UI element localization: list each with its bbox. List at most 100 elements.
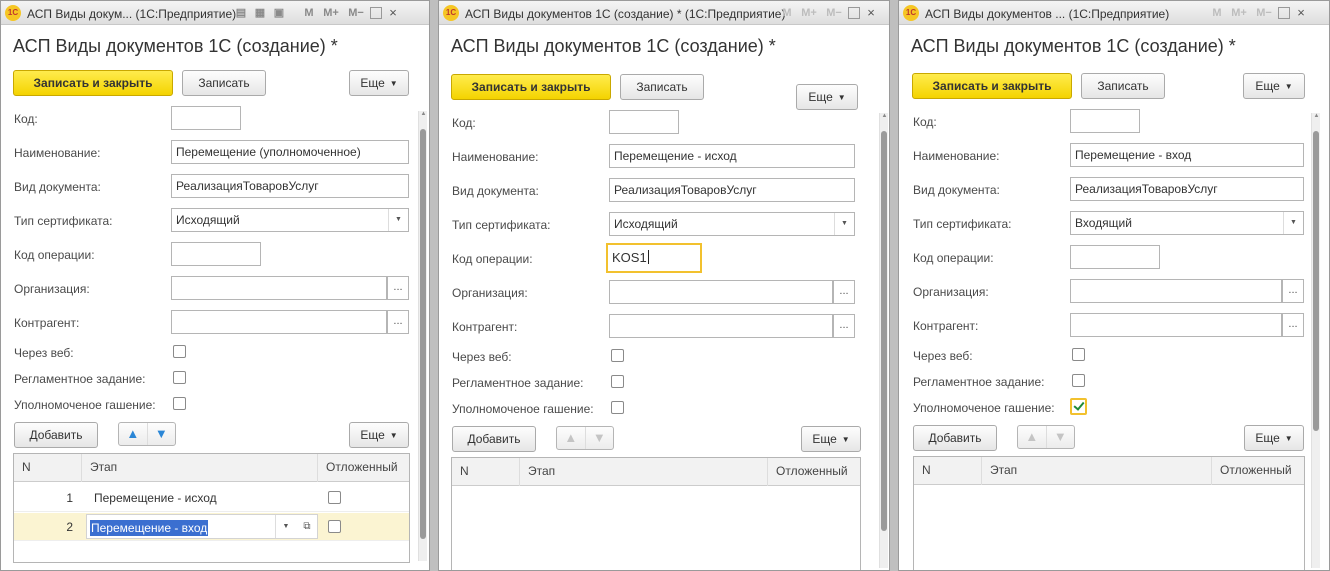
contractor-field[interactable] bbox=[1070, 313, 1282, 337]
print-icon[interactable]: ▤ bbox=[233, 5, 249, 21]
chevron-down-icon[interactable]: ▼ bbox=[834, 213, 854, 235]
code-field[interactable] bbox=[1070, 109, 1140, 133]
save-and-close-button[interactable]: Записать и закрыть bbox=[912, 73, 1072, 99]
col-n[interactable]: N bbox=[452, 458, 520, 486]
memory-minus-icon[interactable]: M− bbox=[1253, 5, 1275, 21]
more-button[interactable]: Еще ▼ bbox=[796, 84, 858, 110]
add-row-button[interactable]: Добавить bbox=[14, 422, 98, 448]
auth-cancel-checkbox[interactable] bbox=[1070, 398, 1087, 415]
scroll-thumb[interactable] bbox=[881, 131, 887, 531]
table-more-button[interactable]: Еще ▼ bbox=[801, 426, 861, 452]
chevron-down-icon[interactable]: ▼ bbox=[1283, 212, 1303, 234]
scroll-thumb[interactable] bbox=[1313, 131, 1319, 431]
table-more-button[interactable]: Еще ▼ bbox=[349, 422, 409, 448]
form-scrollbar[interactable]: ▲ bbox=[1311, 113, 1320, 568]
org-field[interactable] bbox=[609, 280, 833, 304]
form-scrollbar[interactable]: ▲ bbox=[418, 111, 427, 561]
close-icon[interactable]: × bbox=[863, 5, 879, 21]
col-n[interactable]: N bbox=[914, 457, 982, 485]
form-scrollbar[interactable]: ▲ bbox=[879, 113, 888, 568]
doc-type-field[interactable]: РеализацияТоваровУслуг bbox=[171, 174, 409, 198]
table-row[interactable]: 1 Перемещение - исход bbox=[14, 484, 409, 512]
scheduled-checkbox[interactable] bbox=[173, 371, 186, 384]
row-delayed-checkbox[interactable] bbox=[328, 491, 341, 504]
contractor-field[interactable] bbox=[171, 310, 387, 334]
org-select-button[interactable]: ... bbox=[833, 280, 855, 304]
save-button[interactable]: Записать bbox=[182, 70, 266, 96]
code-field[interactable] bbox=[609, 110, 679, 134]
org-field[interactable] bbox=[1070, 279, 1282, 303]
col-delayed[interactable]: Отложенный bbox=[1212, 457, 1306, 485]
col-etap[interactable]: Этап bbox=[82, 454, 318, 482]
save-and-close-button[interactable]: Записать и закрыть bbox=[451, 74, 611, 100]
doc-type-field[interactable]: РеализацияТоваровУслуг bbox=[1070, 177, 1304, 201]
org-select-button[interactable]: ... bbox=[387, 276, 409, 300]
restore-icon[interactable] bbox=[848, 7, 860, 19]
move-up-icon[interactable]: ▲ bbox=[1018, 426, 1046, 448]
op-code-field[interactable]: KOS1 bbox=[606, 243, 702, 273]
add-row-button[interactable]: Добавить bbox=[913, 425, 997, 451]
memory-icon[interactable]: M bbox=[779, 5, 795, 21]
chevron-down-icon[interactable]: ▼ bbox=[277, 515, 295, 538]
cert-type-select[interactable]: Входящий ▼ bbox=[1070, 211, 1304, 235]
add-row-button[interactable]: Добавить bbox=[452, 426, 536, 452]
chevron-down-icon[interactable]: ▼ bbox=[388, 209, 408, 231]
move-up-icon[interactable]: ▲ bbox=[119, 423, 147, 445]
col-n[interactable]: N bbox=[14, 454, 82, 482]
etap-edit-field[interactable]: Перемещение - вход ▼ ⧉ bbox=[86, 514, 318, 539]
scroll-up-icon[interactable]: ▲ bbox=[419, 111, 428, 117]
col-etap[interactable]: Этап bbox=[520, 458, 768, 486]
open-icon[interactable]: ⧉ bbox=[297, 515, 317, 538]
cert-type-select[interactable]: Исходящий ▼ bbox=[171, 208, 409, 232]
restore-icon[interactable] bbox=[370, 7, 382, 19]
scheduled-checkbox[interactable] bbox=[1072, 374, 1085, 387]
name-field[interactable]: Перемещение - вход bbox=[1070, 143, 1304, 167]
calendar-icon[interactable]: ▣ bbox=[271, 5, 287, 21]
contractor-select-button[interactable]: ... bbox=[833, 314, 855, 338]
save-and-close-button[interactable]: Записать и закрыть bbox=[13, 70, 173, 96]
move-down-icon[interactable]: ▼ bbox=[146, 423, 176, 445]
org-field[interactable] bbox=[171, 276, 387, 300]
memory-plus-icon[interactable]: M+ bbox=[1228, 5, 1250, 21]
op-code-field[interactable] bbox=[1070, 245, 1160, 269]
table-more-button[interactable]: Еще ▼ bbox=[1244, 425, 1304, 451]
memory-plus-icon[interactable]: M+ bbox=[320, 5, 342, 21]
contractor-select-button[interactable]: ... bbox=[1282, 313, 1304, 337]
via-web-checkbox[interactable] bbox=[173, 345, 186, 358]
op-code-field[interactable] bbox=[171, 242, 261, 266]
close-icon[interactable]: × bbox=[1293, 5, 1309, 21]
restore-icon[interactable] bbox=[1278, 7, 1290, 19]
memory-icon[interactable]: M bbox=[1209, 5, 1225, 21]
memory-minus-icon[interactable]: M− bbox=[345, 5, 367, 21]
via-web-checkbox[interactable] bbox=[1072, 348, 1085, 361]
scroll-up-icon[interactable]: ▲ bbox=[1312, 113, 1321, 119]
move-down-icon[interactable]: ▼ bbox=[1045, 426, 1075, 448]
close-icon[interactable]: × bbox=[385, 5, 401, 21]
cert-type-select[interactable]: Исходящий ▼ bbox=[609, 212, 855, 236]
more-button[interactable]: Еще ▼ bbox=[1243, 73, 1305, 99]
save-button[interactable]: Записать bbox=[620, 74, 704, 100]
col-delayed[interactable]: Отложенный bbox=[768, 458, 862, 486]
org-select-button[interactable]: ... bbox=[1282, 279, 1304, 303]
scroll-thumb[interactable] bbox=[420, 129, 426, 539]
table-row[interactable]: 2 Перемещение - вход ▼ ⧉ bbox=[14, 513, 409, 541]
name-field[interactable]: Перемещение - исход bbox=[609, 144, 855, 168]
contractor-select-button[interactable]: ... bbox=[387, 310, 409, 334]
save-button[interactable]: Записать bbox=[1081, 73, 1165, 99]
via-web-checkbox[interactable] bbox=[611, 349, 624, 362]
doc-type-field[interactable]: РеализацияТоваровУслуг bbox=[609, 178, 855, 202]
move-down-icon[interactable]: ▼ bbox=[584, 427, 614, 449]
row-delayed-checkbox[interactable] bbox=[328, 520, 341, 533]
col-etap[interactable]: Этап bbox=[982, 457, 1212, 485]
auth-cancel-checkbox[interactable] bbox=[611, 401, 624, 414]
col-delayed[interactable]: Отложенный bbox=[318, 454, 411, 482]
more-button[interactable]: Еще ▼ bbox=[349, 70, 409, 96]
memory-plus-icon[interactable]: M+ bbox=[798, 5, 820, 21]
memory-minus-icon[interactable]: M− bbox=[823, 5, 845, 21]
grid-icon[interactable]: ▦ bbox=[252, 5, 268, 21]
code-field[interactable] bbox=[171, 106, 241, 130]
scroll-up-icon[interactable]: ▲ bbox=[880, 113, 889, 119]
move-up-icon[interactable]: ▲ bbox=[557, 427, 585, 449]
memory-icon[interactable]: M bbox=[301, 5, 317, 21]
contractor-field[interactable] bbox=[609, 314, 833, 338]
